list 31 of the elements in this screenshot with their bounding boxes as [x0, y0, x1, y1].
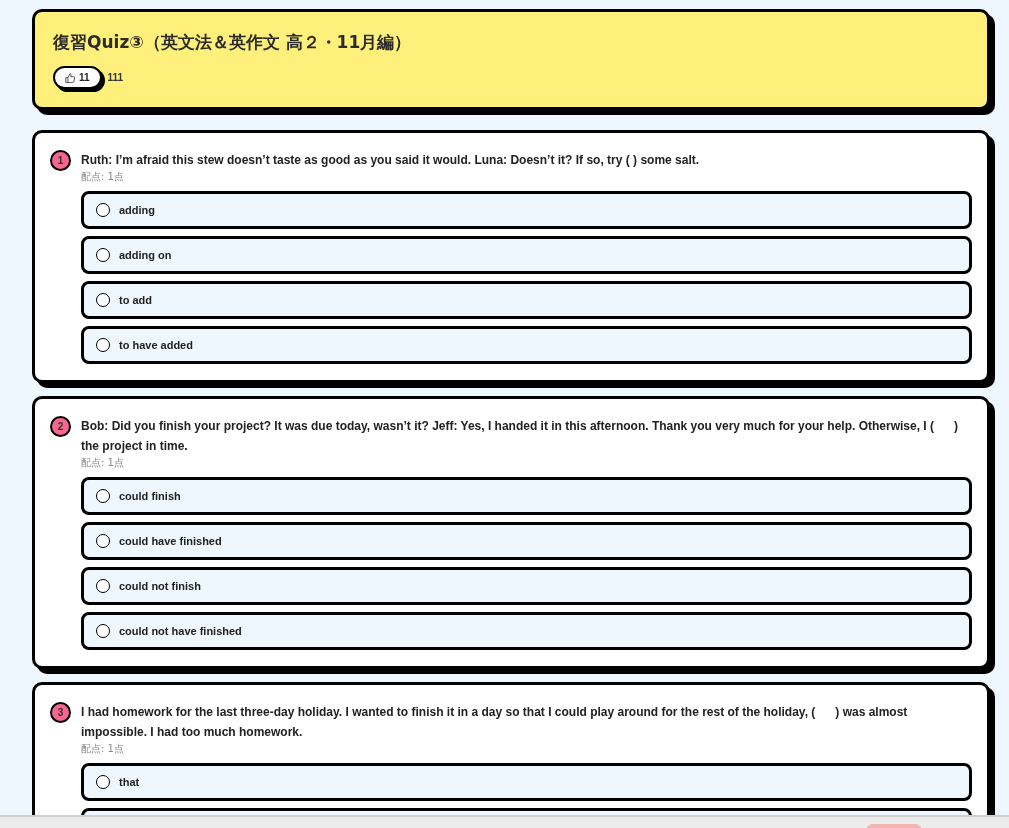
answer-option[interactable]: could not finish: [81, 567, 972, 605]
score-label: 配点: 1点: [81, 742, 125, 756]
question-number: 1: [50, 150, 71, 171]
question-number: 2: [50, 416, 71, 437]
question-text: Bob: Did you finish your project? It was due today, wasn’t it? Jeff: Yes, I handed it in this afternoon. Thank you very much for your help. Otherwise, I ( ) the project in time.: [81, 418, 959, 455]
question-text: Ruth: I’m afraid this stew doesn’t taste as good as you said it would. Luna: Doesn’t it? If so, try ( ) some salt.: [81, 152, 701, 169]
quiz-title: 復習Quiz③（英文法＆英作文 高２・11月編）: [53, 31, 413, 54]
score-label: 配点: 1点: [81, 170, 125, 184]
thumbs-up-icon: [65, 72, 75, 83]
radio-icon[interactable]: [96, 293, 110, 307]
radio-icon[interactable]: [96, 489, 110, 503]
radio-icon[interactable]: [96, 248, 110, 262]
radio-icon[interactable]: [96, 624, 110, 638]
question-number: 3: [50, 702, 71, 723]
score-label: 配点: 1点: [81, 456, 125, 470]
radio-icon[interactable]: [96, 203, 110, 217]
answer-option[interactable]: could not have finished: [81, 612, 972, 650]
answer-option[interactable]: that: [81, 763, 972, 801]
answer-option[interactable]: could have finished: [81, 522, 972, 560]
radio-icon[interactable]: [96, 579, 110, 593]
question-text: I had homework for the last three-day holiday. I wanted to finish it in a day so that I could play around for the rest of the holiday, ( ) was almost impossible. I had too much homework.: [81, 704, 909, 741]
count-text: 111: [107, 72, 124, 83]
radio-icon[interactable]: [96, 534, 110, 548]
like-button[interactable]: 11: [53, 66, 102, 89]
answer-option[interactable]: to have added: [81, 326, 972, 364]
answer-option[interactable]: adding: [81, 191, 972, 229]
answer-option[interactable]: could finish: [81, 477, 972, 515]
radio-icon[interactable]: [96, 338, 110, 352]
radio-icon[interactable]: [96, 775, 110, 789]
answer-option[interactable]: to add: [81, 281, 972, 319]
answer-option[interactable]: adding on: [81, 236, 972, 274]
